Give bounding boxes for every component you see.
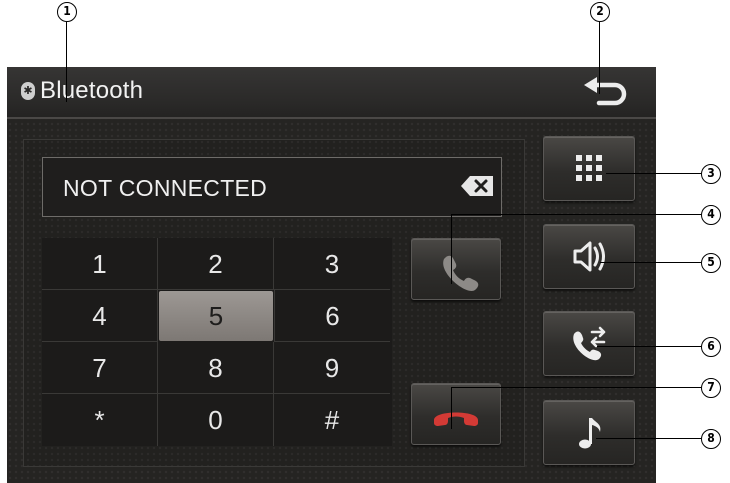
leader-line-2: [599, 22, 601, 94]
key-3[interactable]: 3: [274, 238, 390, 290]
leader-line-5: [600, 262, 701, 264]
leader-line-1: [66, 22, 68, 102]
speaker-button[interactable]: [543, 224, 635, 289]
key-1[interactable]: 1: [42, 238, 158, 290]
music-note-icon: [579, 418, 601, 449]
leader-line-8: [596, 438, 701, 440]
dial-keypad: 1 2 3 4 5 6 7 8 9 * 0 #: [42, 238, 392, 446]
call-answer-icon: [443, 255, 479, 291]
key-4[interactable]: 4: [42, 290, 158, 342]
callout-1: 1: [57, 2, 77, 22]
number-display: NOT CONNECTED: [42, 157, 502, 217]
delete-button[interactable]: [460, 174, 495, 198]
key-2[interactable]: 2: [158, 238, 274, 290]
call-button[interactable]: [411, 238, 501, 300]
callout-6: 6: [701, 337, 721, 357]
call-transfer-icon: [573, 326, 606, 361]
leader-line-7v: [451, 387, 453, 429]
backspace-icon: [461, 176, 493, 196]
leader-line-4h: [451, 214, 701, 216]
connection-status: NOT CONNECTED: [63, 175, 268, 201]
bluetooth-phone-screen: ✱ Bluetooth NOT CONNECTED 1 2 3 4 5 6 7 …: [7, 67, 656, 483]
call-end-icon: [434, 412, 478, 426]
callout-3: 3: [701, 164, 721, 184]
speaker-icon: [573, 241, 605, 272]
leader-line-6: [597, 346, 701, 348]
callout-2: 2: [590, 2, 610, 22]
leader-line-4v: [451, 214, 453, 284]
call-transfer-button[interactable]: [543, 311, 635, 376]
keypad-toggle-button[interactable]: [543, 136, 635, 201]
key-0[interactable]: 0: [158, 394, 274, 446]
key-8[interactable]: 8: [158, 342, 274, 394]
page-title: Bluetooth: [40, 77, 144, 104]
music-button[interactable]: [543, 400, 635, 465]
key-hash[interactable]: #: [274, 394, 390, 446]
title-bar: ✱ Bluetooth: [7, 67, 656, 119]
callout-5: 5: [701, 253, 721, 273]
callout-4: 4: [701, 205, 721, 225]
bluetooth-icon: ✱: [21, 82, 35, 100]
leader-line-3: [606, 173, 701, 175]
callout-7: 7: [701, 378, 721, 398]
key-9[interactable]: 9: [274, 342, 390, 394]
key-6[interactable]: 6: [274, 290, 390, 342]
key-7[interactable]: 7: [42, 342, 158, 394]
callout-8: 8: [701, 429, 721, 449]
leader-line-7h: [451, 387, 701, 389]
end-call-button[interactable]: [411, 383, 501, 445]
keypad-grid-icon: [576, 155, 602, 181]
key-5[interactable]: 5: [159, 291, 273, 341]
back-arrow-icon: [584, 77, 627, 106]
back-button[interactable]: [579, 75, 635, 111]
key-star[interactable]: *: [42, 394, 158, 446]
